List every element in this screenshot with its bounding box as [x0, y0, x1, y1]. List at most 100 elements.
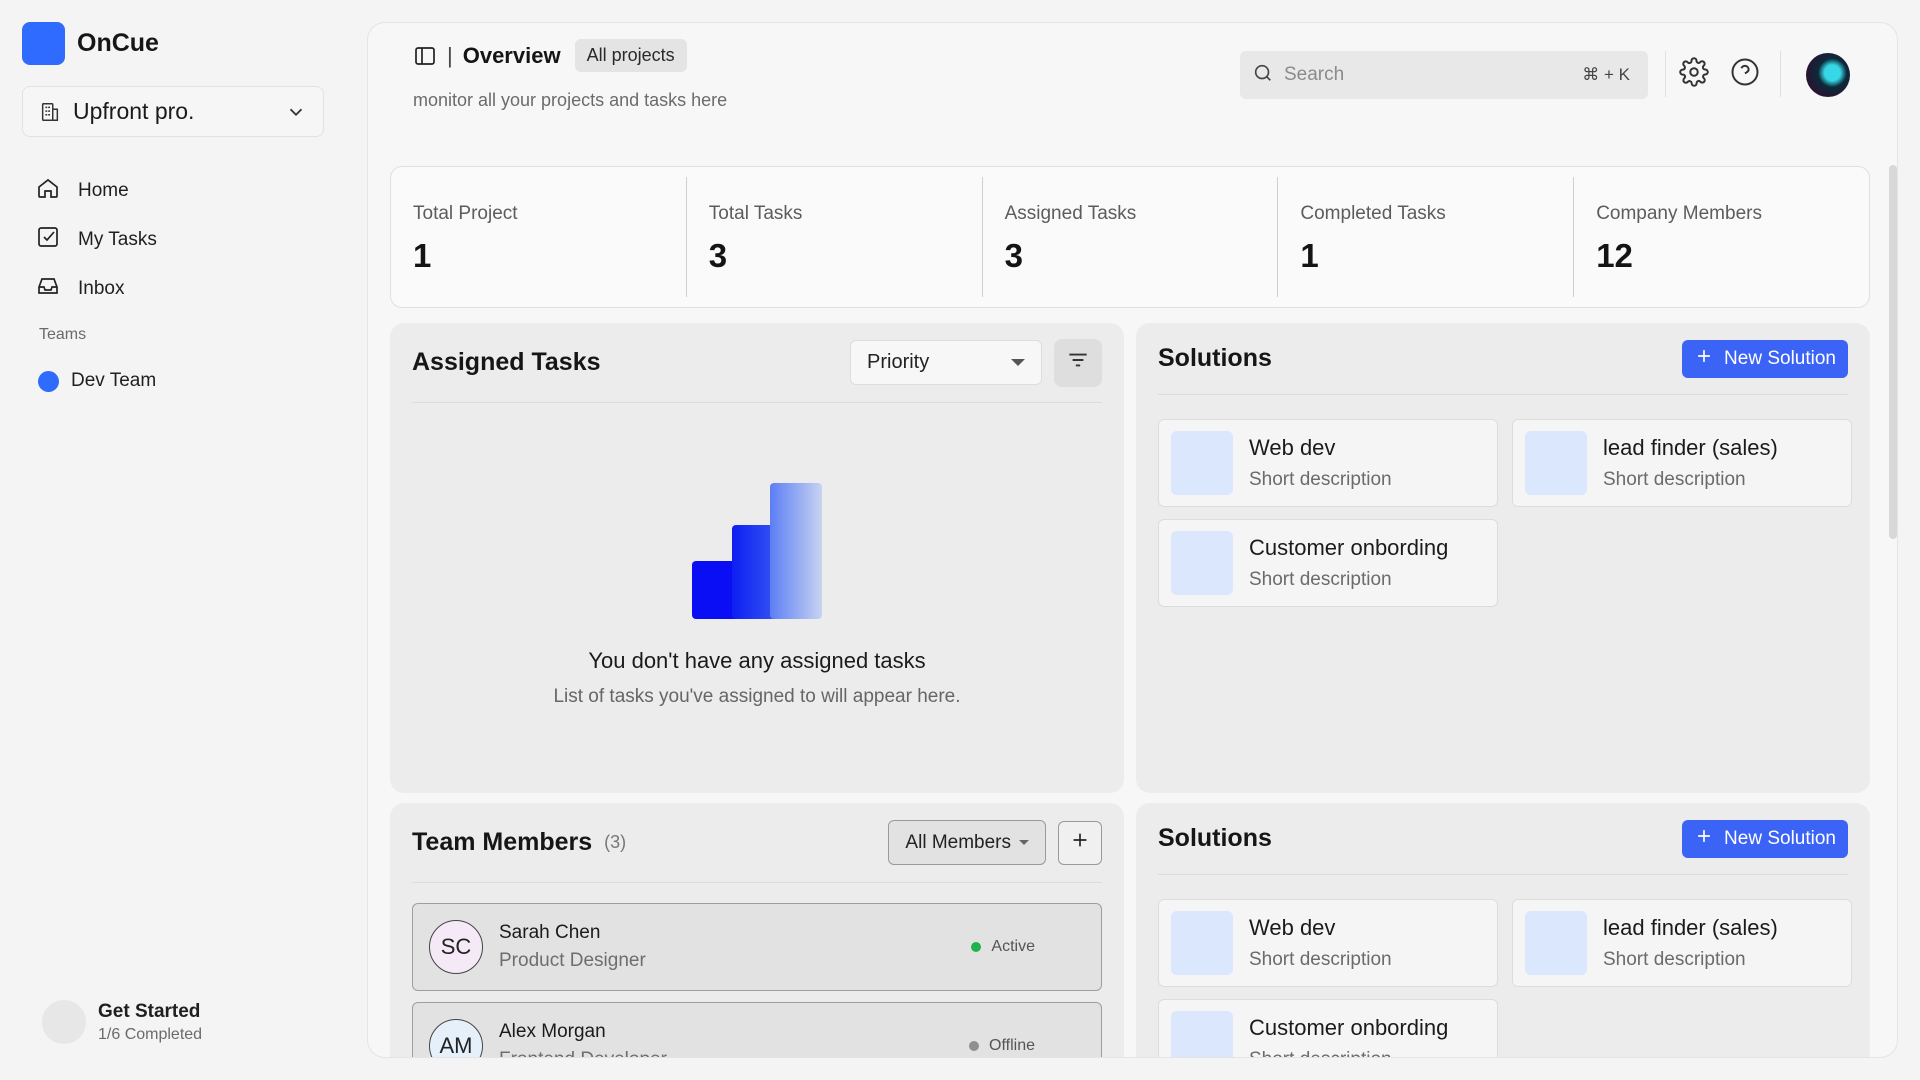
search-input[interactable]: [1284, 64, 1573, 86]
button-label: New Solution: [1724, 347, 1836, 369]
progress-ring: [42, 1000, 86, 1044]
page-subtitle: monitor all your projects and tasks here: [413, 90, 728, 110]
solution-card[interactable]: Web dev Short description: [1158, 899, 1498, 987]
nav-item-my-tasks[interactable]: My Tasks: [36, 215, 336, 264]
card-header: Team Members (3) All Members: [412, 803, 1102, 883]
member-list: SC Sarah Chen Product Designer Active AM…: [412, 903, 1102, 1057]
page-title: Overview: [462, 42, 561, 68]
solution-thumbnail: [1171, 911, 1233, 975]
new-solution-button[interactable]: New Solution: [1682, 339, 1848, 378]
stat-label: Total Project: [413, 203, 518, 224]
stat-company-members: Company Members 12: [1573, 177, 1869, 297]
status-dot: [971, 942, 982, 952]
member-avatar: AM: [429, 1019, 483, 1057]
checkbox-icon: [36, 225, 60, 255]
workspace-switcher[interactable]: Upfront pro.: [22, 86, 324, 137]
brand[interactable]: OnCue: [22, 22, 159, 65]
empty-state-title: You don't have any assigned tasks: [588, 648, 926, 673]
card-title: Solutions: [1158, 824, 1272, 852]
plus-icon: [1694, 346, 1714, 372]
user-avatar[interactable]: [1806, 53, 1850, 97]
solution-name: Web dev: [1249, 435, 1336, 460]
solution-name: lead finder (sales): [1603, 915, 1778, 940]
member-row[interactable]: SC Sarah Chen Product Designer Active: [412, 903, 1102, 991]
solutions-grid: Web dev Short description lead finder (s…: [1158, 419, 1852, 607]
solution-card[interactable]: Customer onbording Short description: [1158, 999, 1498, 1057]
header-divider: [1780, 51, 1781, 97]
page-header: | Overview All projects monitor all your…: [413, 39, 727, 111]
solution-name: Customer onbording: [1249, 535, 1449, 560]
stat-label: Assigned Tasks: [1004, 203, 1137, 224]
stat-value: 3: [708, 237, 728, 274]
stat-label: Company Members: [1596, 203, 1762, 224]
solution-description: Short description: [1603, 469, 1746, 490]
search-shortcut: ⌘ + K: [1582, 65, 1630, 84]
stat-completed-tasks: Completed Tasks 1: [1277, 177, 1573, 297]
solution-description: Short description: [1249, 1049, 1448, 1057]
member-avatar: SC: [429, 920, 483, 974]
member-name: Sarah Chen: [499, 922, 601, 943]
solution-card[interactable]: lead finder (sales) Short description: [1512, 899, 1852, 987]
main-panel: | Overview All projects monitor all your…: [367, 22, 1898, 1058]
solution-thumbnail: [1525, 911, 1587, 975]
settings-button[interactable]: [1678, 56, 1710, 90]
nav-item-label: Inbox: [78, 277, 125, 299]
help-icon: [1730, 57, 1760, 92]
solutions-grid: Web dev Short description lead finder (s…: [1158, 899, 1852, 1057]
member-role: Frontend Developer: [499, 1049, 667, 1057]
status-label: Active: [991, 938, 1035, 955]
get-started-widget[interactable]: Get Started 1/6 Completed: [42, 1000, 202, 1044]
nav-item-inbox[interactable]: Inbox: [36, 264, 336, 313]
nav-item-label: My Tasks: [78, 228, 157, 250]
main-scrollbar[interactable]: [1889, 165, 1897, 539]
stat-label: Completed Tasks: [1300, 203, 1446, 224]
solutions-card-secondary: Solutions New Solution Web dev Short des…: [1136, 803, 1870, 1057]
filter-icon: [1065, 347, 1091, 378]
team-color-dot: [38, 370, 59, 392]
solution-thumbnail: [1171, 1011, 1233, 1057]
stat-total-project: Total Project 1: [391, 177, 686, 297]
add-member-button[interactable]: [1058, 820, 1102, 865]
member-row[interactable]: AM Alex Morgan Frontend Developer Offlin…: [412, 1002, 1102, 1057]
team-item-dev-team[interactable]: Dev Team: [38, 370, 156, 392]
nav-item-home[interactable]: Home: [36, 166, 336, 215]
solution-card[interactable]: Customer onbording Short description: [1158, 519, 1498, 607]
member-name: Alex Morgan: [499, 1021, 606, 1042]
status-dot: [969, 1041, 980, 1051]
solution-card[interactable]: lead finder (sales) Short description: [1512, 419, 1852, 507]
main-nav: Home My Tasks Inbox: [36, 166, 336, 313]
priority-select[interactable]: Priority: [850, 340, 1042, 385]
solutions-card: Solutions New Solution Web dev Short des…: [1136, 323, 1870, 793]
get-started-title: Get Started: [98, 1000, 201, 1022]
members-filter-select[interactable]: All Members: [888, 820, 1046, 865]
solution-name: Web dev: [1249, 915, 1336, 940]
solution-description: Short description: [1249, 469, 1392, 490]
stat-assigned-tasks: Assigned Tasks 3: [981, 177, 1278, 297]
stat-value: 1: [413, 237, 432, 274]
card-title: Assigned Tasks: [412, 348, 601, 376]
caret-down-icon: [1011, 359, 1025, 366]
title-separator: |: [447, 42, 453, 68]
empty-state-subtitle: List of tasks you've assigned to will ap…: [553, 686, 961, 707]
chevron-down-icon: [285, 101, 307, 123]
stat-value: 3: [1004, 237, 1023, 274]
solution-description: Short description: [1249, 569, 1392, 590]
sidebar-toggle-icon[interactable]: [413, 44, 437, 68]
new-solution-button[interactable]: New Solution: [1682, 819, 1848, 858]
status-badge: Offline: [969, 1037, 1035, 1055]
nav-item-label: Home: [78, 179, 129, 201]
card-title: Team Members: [412, 828, 593, 856]
all-projects-chip[interactable]: All projects: [574, 39, 687, 72]
help-button[interactable]: [1729, 58, 1761, 90]
status-label: Offline: [989, 1037, 1035, 1054]
card-header: Assigned Tasks Priority: [412, 323, 1102, 403]
empty-state: You don't have any assigned tasks List o…: [390, 483, 1124, 708]
building-icon: [39, 101, 61, 123]
search-bar[interactable]: ⌘ + K: [1240, 51, 1648, 99]
solution-thumbnail: [1171, 431, 1233, 495]
solution-card[interactable]: Web dev Short description: [1158, 419, 1498, 507]
team-item-label: Dev Team: [71, 370, 157, 391]
plus-icon: [1069, 829, 1091, 856]
inbox-icon: [36, 274, 60, 304]
filter-button[interactable]: [1054, 338, 1102, 387]
